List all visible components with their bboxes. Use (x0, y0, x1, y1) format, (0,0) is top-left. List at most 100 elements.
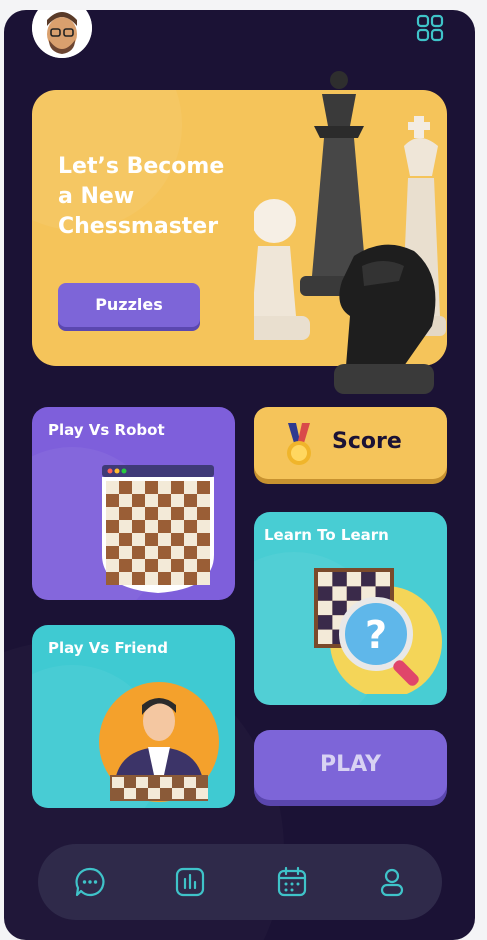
board-square (171, 494, 184, 507)
board-square (158, 572, 171, 585)
chat-icon[interactable] (74, 866, 106, 898)
robot-chessboard-icon (102, 465, 214, 593)
board-square (318, 629, 333, 644)
calendar-icon[interactable] (276, 866, 308, 898)
board-square (318, 600, 333, 616)
user-avatar[interactable] (32, 10, 92, 58)
board-square (106, 494, 119, 507)
board-square (197, 507, 210, 520)
board-square (106, 533, 119, 546)
play-vs-friend-card[interactable]: Play Vs Friend (32, 625, 235, 808)
board-square (197, 559, 210, 572)
score-label: Score (332, 429, 402, 454)
board-square (158, 507, 171, 520)
board-square (132, 559, 145, 572)
board-square (145, 481, 158, 494)
board-square (171, 533, 184, 546)
board-square (197, 533, 210, 546)
board-square (172, 777, 184, 788)
board-square (196, 788, 208, 799)
board-square (124, 777, 136, 788)
board-square (112, 788, 124, 799)
grid-icon[interactable] (416, 14, 444, 42)
board-square (136, 788, 148, 799)
board-square (197, 572, 210, 585)
board-square (106, 481, 119, 494)
board-square (318, 586, 333, 601)
board-square (171, 507, 184, 520)
board-square (171, 546, 184, 559)
board-square (119, 494, 132, 507)
board-square (119, 572, 132, 585)
board-square (106, 559, 119, 572)
board-square (158, 494, 171, 507)
board-square (160, 788, 172, 799)
board-square (184, 507, 197, 520)
board-square (132, 533, 145, 546)
white-pawn-icon (254, 199, 310, 340)
board-square (145, 533, 158, 546)
board-square (197, 494, 210, 507)
board-square (375, 572, 390, 587)
board-square (197, 481, 210, 494)
board-square (184, 533, 197, 546)
board-square (197, 546, 210, 559)
board-square (106, 520, 119, 533)
board-square (158, 533, 171, 546)
chess-pieces-illustration (254, 71, 446, 394)
board-square (106, 507, 119, 520)
board-square (132, 572, 145, 585)
board-square (184, 520, 197, 533)
play-vs-robot-title: Play Vs Robot (48, 421, 165, 439)
board-square (184, 788, 196, 799)
board-square (318, 572, 333, 587)
bottom-navigation (38, 844, 442, 920)
board-square (119, 481, 132, 494)
board-square (196, 777, 208, 788)
board-square (132, 481, 145, 494)
board-square (119, 533, 132, 546)
board-square (145, 494, 158, 507)
friend-player-icon (99, 682, 219, 802)
puzzles-button[interactable]: Puzzles (58, 283, 200, 327)
board-square (158, 520, 171, 533)
board-square (197, 520, 210, 533)
play-vs-friend-title: Play Vs Friend (48, 639, 168, 657)
phone-screen: Let’s Become a New Chessmaster Puzzles P… (4, 10, 475, 940)
stats-icon[interactable] (174, 866, 206, 898)
board-square (148, 788, 160, 799)
board-square (145, 572, 158, 585)
board-square (106, 572, 119, 585)
board-square (184, 572, 197, 585)
board-square (145, 546, 158, 559)
board-square (184, 481, 197, 494)
score-button[interactable]: Score (254, 407, 447, 479)
board-square (346, 586, 362, 601)
black-knight-icon (334, 244, 436, 394)
board-square (184, 777, 196, 788)
board-square (172, 788, 184, 799)
hero-title: Let’s Become a New Chessmaster (58, 154, 225, 239)
board-square (124, 788, 136, 799)
board-square (132, 520, 145, 533)
board-square (158, 546, 171, 559)
profile-icon[interactable] (376, 866, 408, 898)
board-square (171, 520, 184, 533)
board-square (119, 507, 132, 520)
learn-to-learn-title: Learn To Learn (264, 526, 389, 544)
board-square (332, 600, 347, 616)
learn-to-learn-card[interactable]: Learn To Learn ? (254, 512, 447, 705)
board-square (119, 559, 132, 572)
play-button[interactable]: PLAY (254, 730, 447, 800)
board-square (171, 481, 184, 494)
board-square (119, 546, 132, 559)
board-square (332, 572, 347, 587)
board-square (332, 586, 347, 601)
board-square (112, 777, 124, 788)
board-square (132, 494, 145, 507)
medal-icon (287, 423, 311, 465)
play-vs-robot-card[interactable]: Play Vs Robot (32, 407, 235, 600)
board-square (361, 572, 376, 587)
board-square (158, 481, 171, 494)
board-square (132, 546, 145, 559)
